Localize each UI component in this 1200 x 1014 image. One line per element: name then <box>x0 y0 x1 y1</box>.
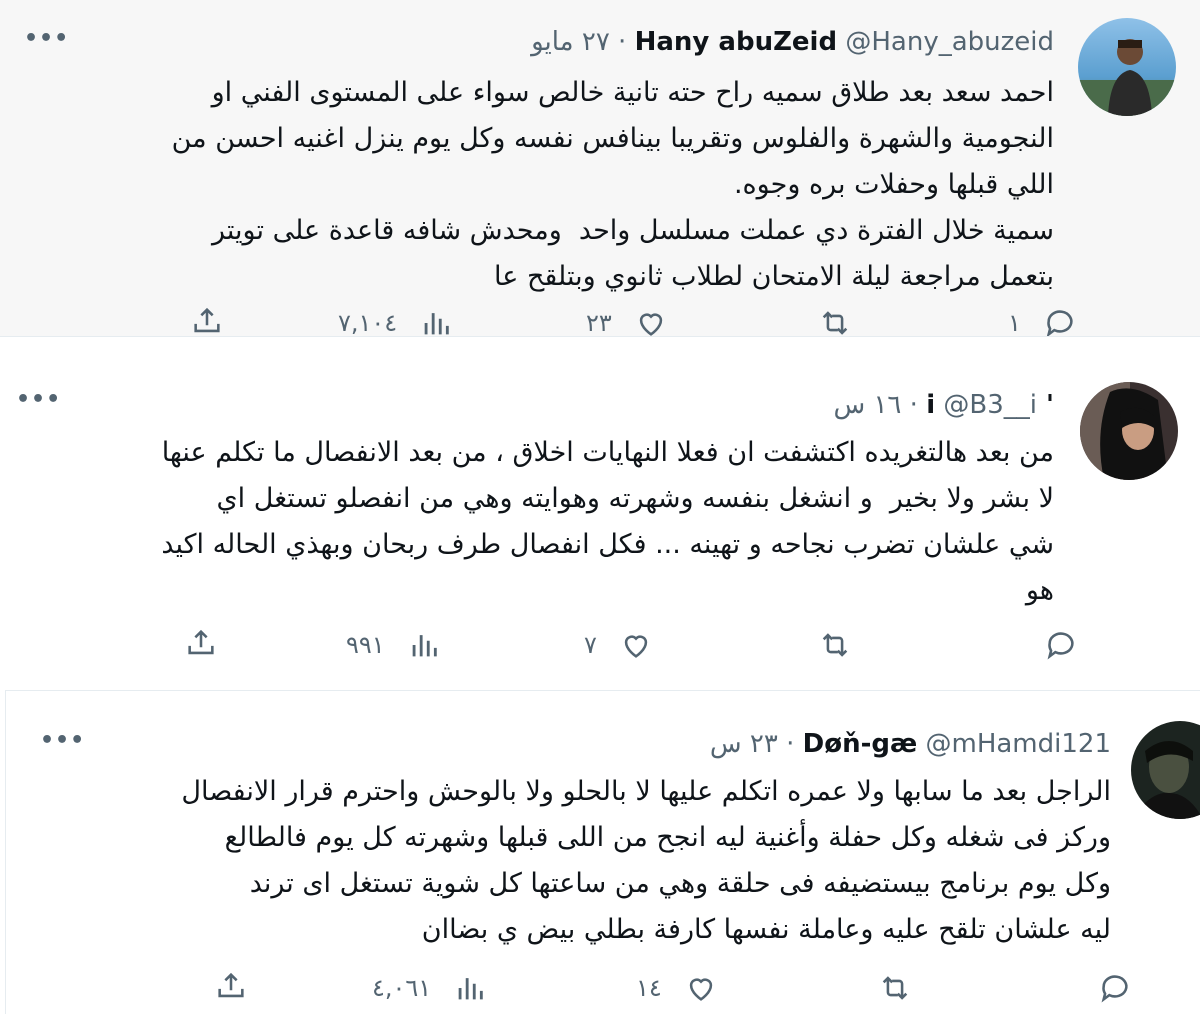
share-button[interactable] <box>184 626 218 660</box>
retweet-button[interactable] <box>818 628 884 662</box>
author-handle[interactable]: @Hany_abuzeid <box>845 27 1054 57</box>
like-count: ٧ <box>584 631 597 659</box>
tweet-text: الراجل بعد ما سابها ولا عمره اتكلم عليها… <box>181 776 1111 945</box>
views-button[interactable]: ٧,١٠٤ <box>338 306 453 336</box>
reply-icon <box>1098 971 1132 1005</box>
views-button[interactable]: ٤,٠٦١ <box>372 971 487 1005</box>
share-button[interactable] <box>190 304 224 336</box>
retweet-button[interactable] <box>818 306 884 336</box>
tweet-1[interactable]: ••• Hany abuZeid @Hany_abuzeid · ٢٧ مايو… <box>0 0 1200 336</box>
reply-count: ١ <box>1008 309 1021 336</box>
reply-icon <box>1043 306 1077 336</box>
reply-button[interactable] <box>1012 628 1078 662</box>
retweet-icon <box>818 628 852 662</box>
author-handle[interactable]: @B3__i <box>943 390 1037 420</box>
more-icon[interactable]: ••• <box>24 26 69 51</box>
views-icon <box>407 628 441 662</box>
views-button[interactable]: ٩٩١ <box>346 628 441 662</box>
reply-icon <box>1044 628 1078 662</box>
tweet-text: احمد سعد بعد طلاق سميه راح حته تانية خال… <box>171 77 1054 292</box>
tweet-divider <box>0 336 1200 352</box>
tweet-header: ' i @B3__i · ١٦ س <box>833 388 1054 422</box>
views-icon <box>419 306 453 336</box>
like-button[interactable]: ٢٣ <box>586 306 668 336</box>
share-icon <box>184 626 218 660</box>
like-button[interactable]: ٧ <box>584 628 653 662</box>
header-separator: · <box>777 729 803 759</box>
author-handle[interactable]: @mHamdi121 <box>926 729 1112 759</box>
tweet-header: Døň-gæ @mHamdi121 · ٢٣ س <box>710 727 1111 761</box>
tweet-time[interactable]: ٢٣ س <box>710 729 778 759</box>
heart-icon <box>634 306 668 336</box>
like-count: ١٤ <box>636 974 662 1002</box>
share-button[interactable] <box>214 969 248 1003</box>
tweet-time[interactable]: ٢٧ مايو <box>531 27 610 57</box>
like-button[interactable]: ١٤ <box>636 971 718 1005</box>
header-separator: · <box>609 27 635 57</box>
tweet-2[interactable]: ••• ' i @B3__i · ١٦ س من بعد هالتغريده ا… <box>0 352 1200 682</box>
views-count: ٧,١٠٤ <box>338 309 398 336</box>
reply-button[interactable] <box>1066 971 1132 1005</box>
avatar[interactable] <box>1131 721 1200 819</box>
tweet-text: من بعد هالتغريده اكتشفت ان فعلا النهايات… <box>161 437 1054 606</box>
views-count: ٩٩١ <box>346 631 385 659</box>
header-separator: · <box>901 390 927 420</box>
share-icon <box>214 969 248 1003</box>
more-icon[interactable]: ••• <box>40 728 85 753</box>
retweet-icon <box>818 306 852 336</box>
views-icon <box>453 971 487 1005</box>
more-icon[interactable]: ••• <box>16 387 61 412</box>
retweet-icon <box>878 971 912 1005</box>
author-name[interactable]: Hany abuZeid <box>635 27 838 57</box>
reply-button[interactable]: ١ <box>1008 306 1077 336</box>
author-name[interactable]: Døň-gæ <box>803 729 918 759</box>
heart-icon <box>684 971 718 1005</box>
share-icon <box>190 304 224 336</box>
heart-icon <box>619 628 653 662</box>
views-count: ٤,٠٦١ <box>372 974 432 1002</box>
retweet-button[interactable] <box>878 971 944 1005</box>
tweet-3[interactable]: ••• Døň-gæ @mHamdi121 · ٢٣ س الراجل بعد … <box>5 690 1200 1014</box>
avatar[interactable] <box>1078 18 1176 116</box>
like-count: ٢٣ <box>586 309 612 336</box>
avatar[interactable] <box>1080 382 1178 480</box>
tweet-time[interactable]: ١٦ س <box>833 390 901 420</box>
tweet-header: Hany abuZeid @Hany_abuzeid · ٢٧ مايو <box>531 25 1054 59</box>
